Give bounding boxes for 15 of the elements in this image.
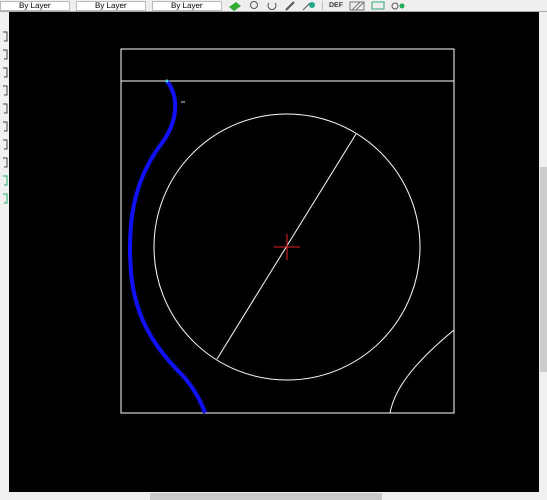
- layer-dropdown[interactable]: By Layer: [0, 0, 70, 10]
- tool-icon[interactable]: [0, 48, 8, 62]
- tool-icon[interactable]: [0, 66, 8, 80]
- scroll-thumb[interactable]: [150, 493, 382, 500]
- tool-icon[interactable]: [0, 102, 8, 116]
- layer-dropdown[interactable]: By Layer: [76, 0, 146, 10]
- scroll-thumb[interactable]: [540, 167, 547, 372]
- tool-icon[interactable]: [0, 138, 8, 152]
- layer-dropdown[interactable]: By Layer: [152, 0, 222, 10]
- table-icon[interactable]: [371, 0, 385, 10]
- tool-icon[interactable]: [0, 30, 8, 44]
- hatch-icon[interactable]: [349, 0, 365, 10]
- tool-icon[interactable]: [0, 156, 8, 170]
- tool-icon[interactable]: [0, 120, 8, 134]
- tool-icon[interactable]: [0, 84, 8, 98]
